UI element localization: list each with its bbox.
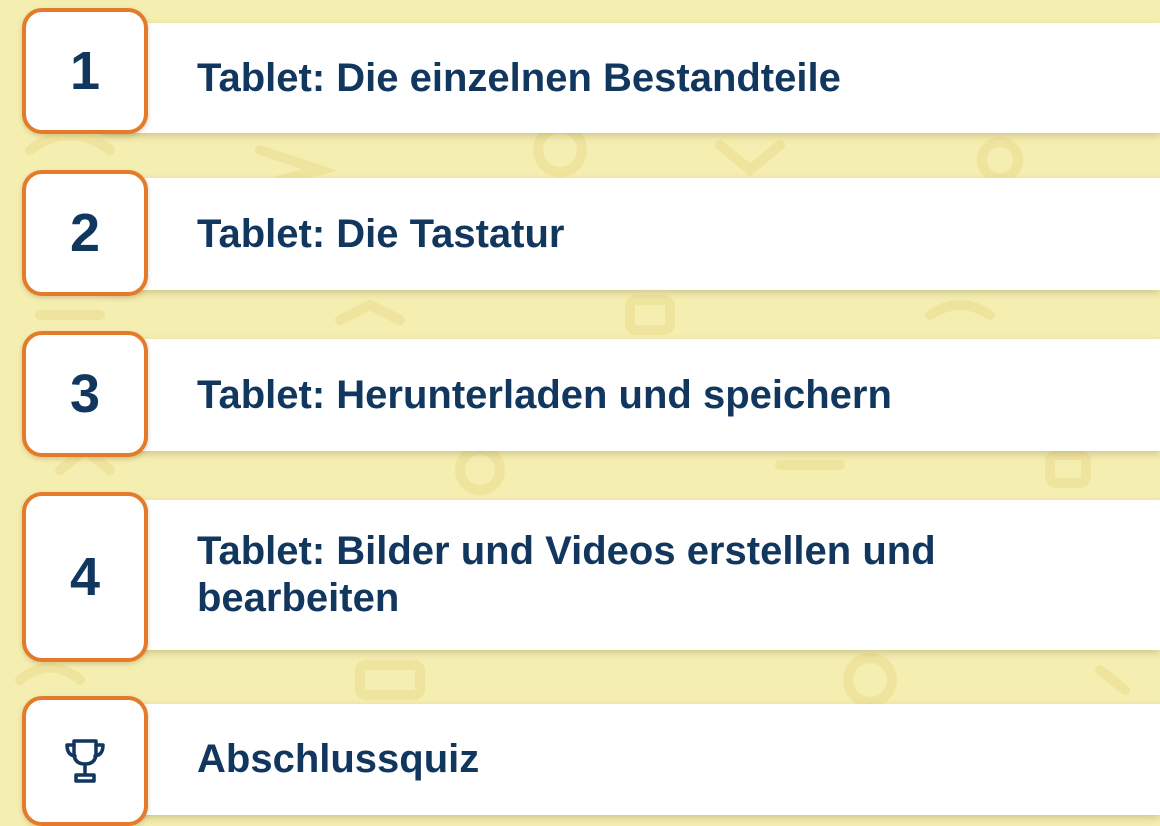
lesson-title[interactable]: Tablet: Bilder und Videos erstellen und …: [197, 500, 1120, 650]
lesson-number-badge[interactable]: 1: [22, 8, 148, 134]
trophy-icon: [63, 737, 107, 785]
quiz-title-text: Abschlussquiz: [197, 737, 480, 781]
lesson-title-text: Tablet: Die Tastatur: [197, 211, 565, 256]
lesson-title-line-2: bearbeiten: [197, 576, 400, 620]
lesson-title[interactable]: Tablet: Die Tastatur: [197, 178, 1120, 290]
lesson-title-line-1: Tablet: Bilder und Videos erstellen und: [197, 529, 936, 573]
lesson-number-badge[interactable]: 2: [22, 170, 148, 296]
lesson-number-badge[interactable]: 4: [22, 492, 148, 662]
quiz-badge[interactable]: [22, 696, 148, 826]
lesson-title-text: Tablet: Die einzelnen Bestandteile: [197, 55, 841, 100]
quiz-title[interactable]: Abschlussquiz: [197, 704, 1120, 815]
lesson-title-text: Tablet: Herunterladen und speichern: [197, 372, 892, 417]
lesson-title[interactable]: Tablet: Herunterladen und speichern: [197, 339, 1120, 451]
lesson-title[interactable]: Tablet: Die einzelnen Bestandteile: [197, 23, 1120, 133]
lesson-number-badge[interactable]: 3: [22, 331, 148, 457]
